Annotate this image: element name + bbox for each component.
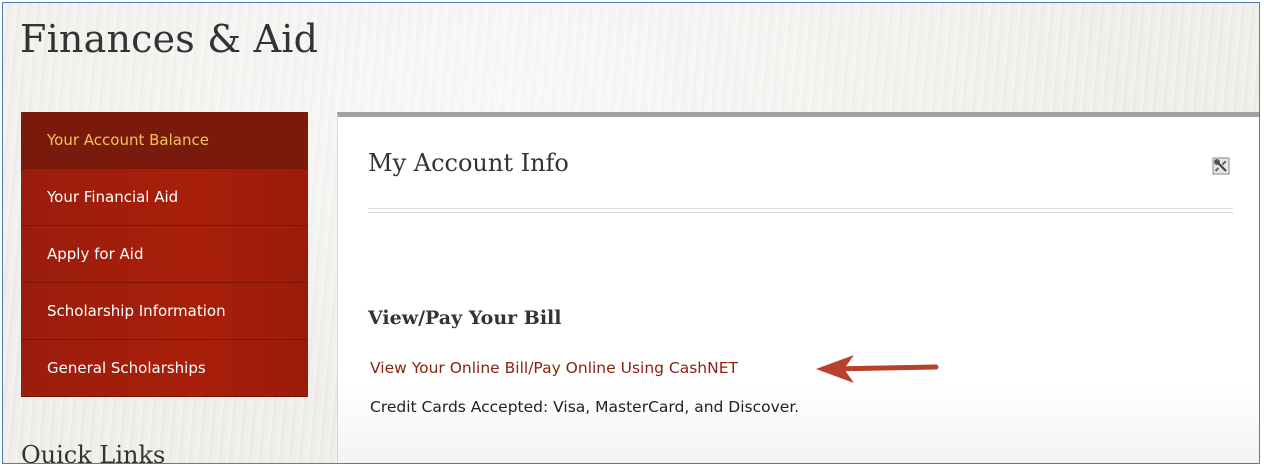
sidebar-item-your-account-balance[interactable]: Your Account Balance: [21, 112, 308, 169]
sidebar-item-general-scholarships[interactable]: General Scholarships: [21, 340, 308, 397]
credit-cards-note: Credit Cards Accepted: Visa, MasterCard,…: [370, 398, 800, 416]
sidebar-item-your-financial-aid[interactable]: Your Financial Aid: [21, 169, 308, 226]
page-title: Finances & Aid: [20, 17, 319, 61]
view-pay-bill-heading: View/Pay Your Bill: [368, 307, 562, 329]
arrow-left-icon: [814, 351, 940, 387]
sidebar-nav: Your Account Balance Your Financial Aid …: [21, 112, 308, 397]
panel-divider: [368, 208, 1233, 213]
panel-title: My Account Info: [368, 149, 569, 177]
quick-links-heading: Quick Links: [21, 441, 166, 464]
screenshot-frame: Finances & Aid Your Account Balance Your…: [2, 2, 1260, 464]
view-online-bill-link[interactable]: View Your Online Bill/Pay Online Using C…: [370, 359, 738, 377]
account-info-panel: My Account Info View/Pay Your Bill View …: [337, 112, 1259, 463]
sidebar-item-scholarship-information[interactable]: Scholarship Information: [21, 283, 308, 340]
sidebar-item-apply-for-aid[interactable]: Apply for Aid: [21, 226, 308, 283]
settings-icon[interactable]: [1212, 157, 1230, 175]
